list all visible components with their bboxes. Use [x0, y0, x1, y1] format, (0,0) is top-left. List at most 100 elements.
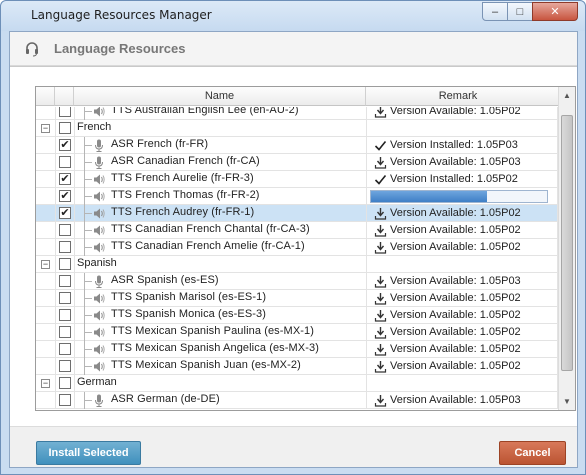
tree-branch: [84, 315, 92, 316]
group-row[interactable]: − German: [36, 375, 558, 392]
table-row[interactable]: TTS Australian English Lee (en-AU-2) Vers…: [36, 107, 558, 120]
column-divider: [55, 120, 56, 136]
maximize-icon: □: [516, 5, 524, 18]
cancel-button[interactable]: Cancel: [499, 441, 566, 465]
remark-text: Version Available: 1.05P03: [390, 156, 521, 168]
resource-checkbox[interactable]: [59, 326, 71, 338]
table-row[interactable]: ASR Canadian French (fr-CA) Version Avail…: [36, 154, 558, 171]
table-row[interactable]: TTS Mexican Spanish Juan (es-MX-2) Versio…: [36, 358, 558, 375]
column-divider: [55, 392, 56, 408]
column-divider: [74, 222, 75, 238]
scroll-up-icon[interactable]: ▲: [559, 87, 575, 104]
resource-checkbox[interactable]: [59, 343, 71, 355]
table-row[interactable]: TTS Mexican Spanish Paulina (es-MX-1) Ver…: [36, 324, 558, 341]
resource-checkbox[interactable]: [59, 309, 71, 321]
column-divider: [74, 188, 75, 204]
resource-checkbox[interactable]: [59, 394, 71, 406]
column-divider: [55, 273, 56, 289]
column-divider: [74, 107, 75, 119]
minimize-icon: –: [491, 5, 499, 18]
table-row[interactable]: TTS Spanish Marisol (es-ES-1) Version Ava…: [36, 290, 558, 307]
resource-checkbox[interactable]: [59, 275, 71, 287]
resource-name: TTS Canadian French Chantal (fr-CA-3): [111, 223, 310, 235]
resource-name: TTS Spanish Marisol (es-ES-1): [111, 291, 267, 303]
progress-fill: [371, 191, 488, 202]
remark-text: Version Installed: 1.05P02: [390, 173, 518, 185]
column-divider: [74, 256, 75, 272]
table-row[interactable]: ✔ ASR French (fr-FR) Version Installed: 1.…: [36, 137, 558, 154]
vertical-scrollbar[interactable]: ▲ ▼: [558, 87, 575, 410]
column-divider: [366, 341, 367, 357]
close-button[interactable]: ✕: [532, 2, 578, 21]
resource-checkbox[interactable]: ✔: [59, 139, 71, 151]
group-label: Spanish: [77, 257, 117, 269]
resource-checkbox[interactable]: ✔: [59, 207, 71, 219]
collapse-icon[interactable]: −: [41, 124, 50, 133]
tree-branch: [84, 213, 92, 214]
column-divider: [366, 324, 367, 340]
header-divider: [10, 66, 577, 67]
download-icon: [374, 292, 387, 305]
resource-name: ASR French (fr-FR): [111, 138, 209, 150]
resource-checkbox[interactable]: [59, 107, 71, 117]
collapse-icon[interactable]: −: [41, 260, 50, 269]
group-row[interactable]: − Spanish: [36, 256, 558, 273]
maximize-button[interactable]: □: [507, 2, 533, 21]
minimize-button[interactable]: –: [482, 2, 508, 21]
resource-checkbox[interactable]: [59, 156, 71, 168]
column-divider: [74, 341, 75, 357]
tree-branch: [84, 298, 92, 299]
column-divider: [366, 307, 367, 323]
download-icon: [374, 326, 387, 339]
name-column-header[interactable]: Name: [74, 87, 366, 106]
table-row[interactable]: TTS Canadian French Amelie (fr-CA-1) Vers…: [36, 239, 558, 256]
resource-checkbox[interactable]: ✔: [59, 173, 71, 185]
table-row[interactable]: TTS Canadian French Chantal (fr-CA-3) Ver…: [36, 222, 558, 239]
resource-checkbox[interactable]: ✔: [59, 190, 71, 202]
group-checkbox[interactable]: [59, 377, 71, 389]
headset-icon: [26, 42, 38, 57]
resource-checkbox[interactable]: [59, 241, 71, 253]
install-selected-button[interactable]: Install Selected: [36, 441, 141, 465]
remark-text: Version Available: 1.05P02: [390, 241, 521, 253]
column-divider: [74, 358, 75, 374]
table-row[interactable]: ASR German (de-DE) Version Available: 1.0…: [36, 392, 558, 409]
scroll-thumb[interactable]: [561, 115, 573, 371]
download-icon: [374, 241, 387, 254]
table-row[interactable]: ✔ TTS French Audrey (fr-FR-1) Version Avai…: [36, 205, 558, 222]
group-checkbox[interactable]: [59, 122, 71, 134]
remark-column-header[interactable]: Remark: [366, 87, 550, 106]
title-bar[interactable]: Language Resources Manager – □ ✕: [1, 1, 585, 31]
column-divider: [366, 290, 367, 306]
resource-checkbox[interactable]: [59, 224, 71, 236]
speaker-icon: [92, 207, 106, 220]
checkbox-column-header[interactable]: [55, 87, 74, 106]
tree-branch: [84, 196, 92, 197]
tree-branch: [84, 230, 92, 231]
tree-branch: [84, 247, 92, 248]
resource-name: ASR German (de-DE): [111, 393, 220, 405]
table-row[interactable]: ✔ TTS French Thomas (fr-FR-2): [36, 188, 558, 205]
resource-checkbox[interactable]: [59, 360, 71, 372]
download-icon: [374, 224, 387, 237]
column-divider: [366, 137, 367, 153]
group-checkbox[interactable]: [59, 258, 71, 270]
group-row[interactable]: − French: [36, 120, 558, 137]
table-row[interactable]: ✔ TTS French Aurelie (fr-FR-3) Version Ins…: [36, 171, 558, 188]
tree-branch: [84, 366, 92, 367]
speaker-icon: [92, 360, 106, 373]
collapse-icon[interactable]: −: [41, 379, 50, 388]
download-icon: [374, 309, 387, 322]
column-divider: [74, 290, 75, 306]
table-row[interactable]: TTS Spanish Monica (es-ES-3) Version Avai…: [36, 307, 558, 324]
table-row[interactable]: ASR Spanish (es-ES) Version Available: 1.…: [36, 273, 558, 290]
column-divider: [55, 154, 56, 170]
resource-name: ASR Spanish (es-ES): [111, 274, 219, 286]
scroll-down-icon[interactable]: ▼: [559, 393, 575, 410]
tree-branch: [84, 332, 92, 333]
remark-text: Version Available: 1.05P02: [390, 360, 521, 372]
resource-checkbox[interactable]: [59, 292, 71, 304]
table-row[interactable]: TTS Mexican Spanish Angelica (es-MX-3) Ve…: [36, 341, 558, 358]
column-divider: [366, 222, 367, 238]
microphone-icon: [92, 275, 106, 288]
